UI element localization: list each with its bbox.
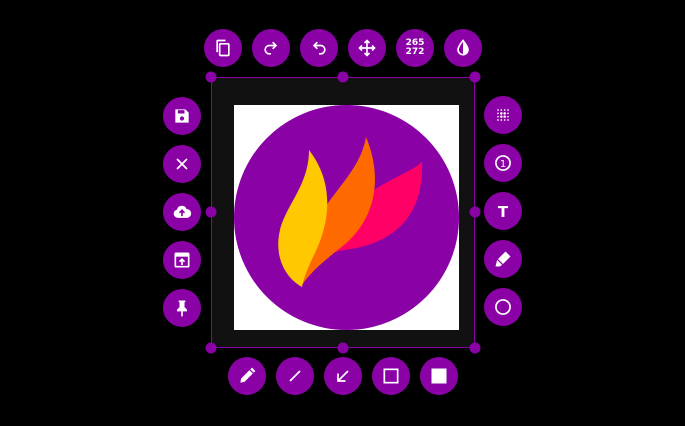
marker-icon <box>495 251 511 267</box>
pencil-button[interactable] <box>228 357 266 395</box>
pencil-icon <box>240 367 256 383</box>
text-button[interactable]: T <box>484 192 522 230</box>
upload-button[interactable] <box>163 193 201 231</box>
color-picker-button[interactable] <box>444 29 482 67</box>
copy-button[interactable] <box>204 29 242 67</box>
resize-handle-bottom-left[interactable] <box>205 342 217 354</box>
captured-image <box>234 105 459 330</box>
move-button[interactable] <box>348 29 386 67</box>
pixelate-button[interactable] <box>484 96 522 134</box>
filled-rectangle-icon <box>431 368 447 384</box>
close-icon <box>176 158 188 170</box>
marker-button[interactable] <box>484 240 522 278</box>
resize-handle-top-right[interactable] <box>469 71 481 83</box>
text-tool-glyph: T <box>498 203 509 221</box>
save-button[interactable] <box>163 97 201 135</box>
counter-value: 1 <box>500 159 506 170</box>
selection-size-label: 265 272 <box>406 39 425 57</box>
text-icon: T <box>498 203 509 221</box>
resize-handle-left[interactable] <box>205 206 217 218</box>
resize-handle-top[interactable] <box>337 71 349 83</box>
resize-handle-bottom-right[interactable] <box>469 342 481 354</box>
undo-button[interactable] <box>300 29 338 67</box>
open-with-app-button[interactable] <box>163 241 201 279</box>
counter-icon: 1 <box>495 155 511 171</box>
undo-icon <box>312 41 326 55</box>
resize-handle-bottom[interactable] <box>337 342 349 354</box>
selection-height: 272 <box>405 47 425 57</box>
circle-icon <box>495 299 511 315</box>
rectangle-icon <box>383 368 399 384</box>
color-picker-icon <box>457 39 469 56</box>
selection-size-button[interactable]: 265 272 <box>396 29 434 67</box>
copy-icon <box>216 39 230 57</box>
close-button[interactable] <box>163 145 201 183</box>
filled-rectangle-button[interactable] <box>420 357 458 395</box>
move-icon <box>358 39 376 57</box>
pin-button[interactable] <box>163 289 201 327</box>
arrow-icon <box>337 370 349 382</box>
resize-handle-right[interactable] <box>469 206 481 218</box>
line-icon <box>289 370 301 382</box>
redo-button[interactable] <box>252 29 290 67</box>
circle-button[interactable] <box>484 288 522 326</box>
counter-button[interactable]: 1 <box>484 144 522 182</box>
save-icon <box>175 109 189 123</box>
arrow-button[interactable] <box>324 357 362 395</box>
rectangle-button[interactable] <box>372 357 410 395</box>
open-with-app-icon <box>174 252 190 268</box>
resize-handle-top-left[interactable] <box>205 71 217 83</box>
line-button[interactable] <box>276 357 314 395</box>
pixelate-icon <box>497 109 509 121</box>
pin-icon <box>177 300 187 317</box>
upload-icon <box>173 205 192 218</box>
flameshot-logo <box>234 105 459 330</box>
redo-icon <box>264 41 278 55</box>
